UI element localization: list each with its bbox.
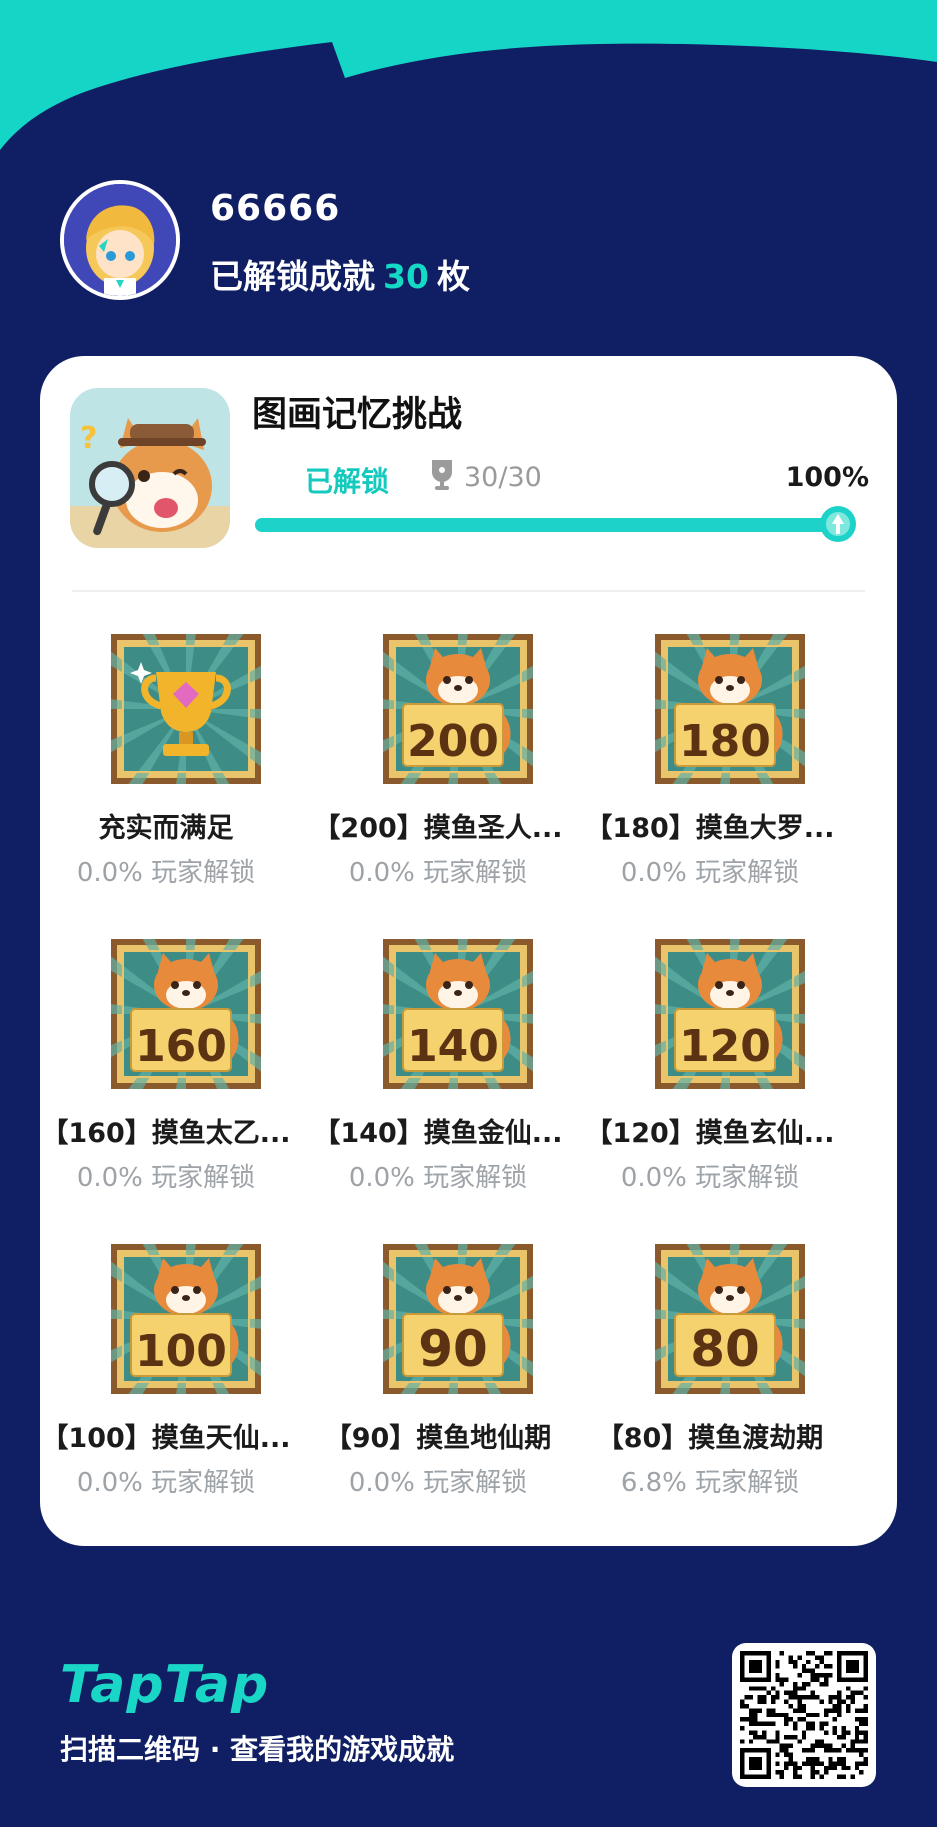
achievement-card: ? 图画记忆挑战 已解锁 30/30 100% 充实而满足 0.0% 玩家解锁 20… bbox=[40, 356, 897, 1546]
shiba-badge-icon: 200 bbox=[383, 634, 533, 784]
shiba-badge-icon: 180 bbox=[655, 634, 805, 784]
unlocked-suffix: 枚 bbox=[436, 257, 470, 296]
achievement-item[interactable]: 160 【160】摸鱼太乙... 0.0% 玩家解锁 bbox=[30, 939, 302, 1239]
achievement-unlock-rate: 0.0% 玩家解锁 bbox=[348, 858, 528, 888]
top-wave-decoration bbox=[0, 0, 937, 150]
achievement-unlock-rate: 0.0% 玩家解锁 bbox=[76, 1163, 256, 1193]
achievement-unlock-rate: 0.0% 玩家解锁 bbox=[348, 1468, 528, 1498]
achievement-name: 【90】摸鱼地仙期 bbox=[324, 1423, 552, 1454]
achievement-item[interactable]: 140 【140】摸鱼金仙... 0.0% 玩家解锁 bbox=[302, 939, 574, 1239]
achievement-item[interactable]: 200 【200】摸鱼圣人... 0.0% 玩家解锁 bbox=[302, 634, 574, 934]
progress-bar bbox=[255, 518, 855, 532]
shiba-badge-icon: 90 bbox=[383, 1244, 533, 1394]
achievement-item[interactable]: 80 【80】摸鱼渡劫期 6.8% 玩家解锁 bbox=[574, 1244, 846, 1544]
game-icon[interactable]: ? bbox=[70, 388, 230, 548]
shiba-badge-icon: 140 bbox=[383, 939, 533, 1089]
trophy-badge-icon bbox=[111, 634, 261, 784]
shiba-badge-icon: 80 bbox=[655, 1244, 805, 1394]
profile-header: 66666 已解锁成就 30 枚 bbox=[60, 180, 920, 300]
svg-text:?: ? bbox=[80, 421, 97, 456]
scan-instruction: 扫描二维码 · 查看我的游戏成就 bbox=[60, 1733, 455, 1766]
svg-text:180: 180 bbox=[679, 716, 771, 767]
achievement-unlock-rate: 0.0% 玩家解锁 bbox=[348, 1163, 528, 1193]
achievement-name: 【100】摸鱼天仙... bbox=[41, 1423, 291, 1454]
avatar[interactable] bbox=[60, 180, 180, 300]
achievement-name: 充实而满足 bbox=[98, 813, 234, 844]
achievement-unlock-rate: 0.0% 玩家解锁 bbox=[76, 858, 256, 888]
progress-percent: 100% bbox=[785, 462, 869, 493]
divider bbox=[72, 590, 865, 592]
achievement-item[interactable]: 120 【120】摸鱼玄仙... 0.0% 玩家解锁 bbox=[574, 939, 846, 1239]
svg-text:120: 120 bbox=[679, 1021, 771, 1072]
achievement-name: 【180】摸鱼大罗... bbox=[585, 813, 835, 844]
svg-text:140: 140 bbox=[407, 1021, 499, 1072]
progress-fill bbox=[255, 518, 855, 532]
game-title: 图画记忆挑战 bbox=[252, 395, 463, 435]
achievement-name: 【200】摸鱼圣人... bbox=[313, 813, 563, 844]
achievement-name: 【160】摸鱼太乙... bbox=[41, 1118, 291, 1149]
achievement-name: 【140】摸鱼金仙... bbox=[313, 1118, 563, 1149]
achievement-unlock-rate: 0.0% 玩家解锁 bbox=[620, 858, 800, 888]
achievement-item[interactable]: 100 【100】摸鱼天仙... 0.0% 玩家解锁 bbox=[30, 1244, 302, 1544]
achievement-name: 【80】摸鱼渡劫期 bbox=[596, 1423, 824, 1454]
shiba-badge-icon: 100 bbox=[111, 1244, 261, 1394]
trophy-icon bbox=[432, 460, 452, 490]
unlock-status: 已解锁 bbox=[305, 465, 390, 498]
taptap-logo: TapTap bbox=[60, 1655, 270, 1715]
achievement-unlock-rate: 0.0% 玩家解锁 bbox=[76, 1468, 256, 1498]
achievement-unlock-rate: 6.8% 玩家解锁 bbox=[620, 1468, 800, 1498]
progress-count: 30/30 bbox=[464, 462, 542, 493]
achievement-item[interactable]: 180 【180】摸鱼大罗... 0.0% 玩家解锁 bbox=[574, 634, 846, 934]
shiba-badge-icon: 120 bbox=[655, 939, 805, 1089]
svg-text:100: 100 bbox=[135, 1326, 227, 1377]
svg-text:200: 200 bbox=[407, 716, 499, 767]
achievement-name: 【120】摸鱼玄仙... bbox=[585, 1118, 835, 1149]
unlocked-summary: 已解锁成就 30 枚 bbox=[210, 250, 470, 298]
shiba-badge-icon: 160 bbox=[111, 939, 261, 1089]
achievement-item[interactable]: 90 【90】摸鱼地仙期 0.0% 玩家解锁 bbox=[302, 1244, 574, 1544]
svg-text:80: 80 bbox=[690, 1320, 760, 1378]
unlocked-prefix: 已解锁成就 bbox=[210, 257, 375, 296]
unlocked-count: 30 bbox=[383, 257, 429, 296]
progress-end-icon bbox=[820, 506, 856, 542]
svg-text:90: 90 bbox=[418, 1320, 488, 1378]
qr-code bbox=[732, 1643, 876, 1787]
svg-text:160: 160 bbox=[135, 1021, 227, 1072]
achievement-item[interactable]: 充实而满足 0.0% 玩家解锁 bbox=[30, 634, 302, 934]
username: 66666 bbox=[210, 188, 341, 229]
achievement-unlock-rate: 0.0% 玩家解锁 bbox=[620, 1163, 800, 1193]
